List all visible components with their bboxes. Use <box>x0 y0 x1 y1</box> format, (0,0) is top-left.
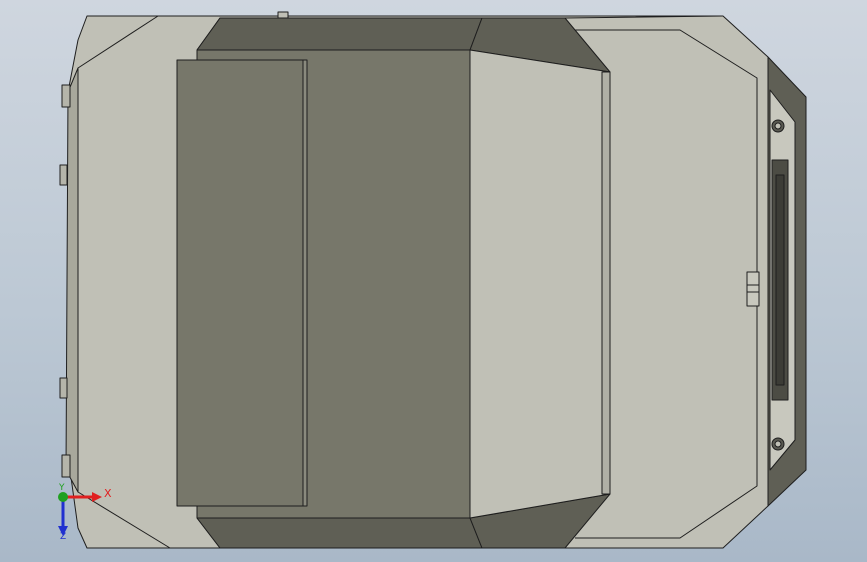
left-tab-mid-top[interactable] <box>59 164 68 186</box>
cover-plate-edge[interactable] <box>302 59 308 507</box>
y-axis-label: Y <box>59 483 65 493</box>
cad-viewport[interactable]: X Y Z <box>0 0 867 562</box>
left-tab-mid-bottom[interactable] <box>59 377 68 399</box>
left-tab-lower[interactable] <box>61 454 71 478</box>
right-connector[interactable] <box>746 271 760 307</box>
model-top-view[interactable] <box>0 0 867 562</box>
z-axis-label: Z <box>60 532 67 542</box>
x-axis-label: X <box>104 487 112 500</box>
right-face-rib[interactable] <box>601 71 611 495</box>
left-tab-upper[interactable] <box>61 84 71 108</box>
cover-plate[interactable] <box>176 59 304 507</box>
right-end-slot-inner[interactable] <box>775 174 785 386</box>
top-nub[interactable] <box>277 11 289 19</box>
screw-top-inner <box>774 122 782 130</box>
right-face[interactable] <box>469 49 611 519</box>
left-side-strip[interactable] <box>65 67 79 493</box>
screw-bottom-inner <box>774 440 782 448</box>
center-bottom-bevel[interactable] <box>196 517 483 549</box>
center-top-bevel[interactable] <box>196 17 483 51</box>
